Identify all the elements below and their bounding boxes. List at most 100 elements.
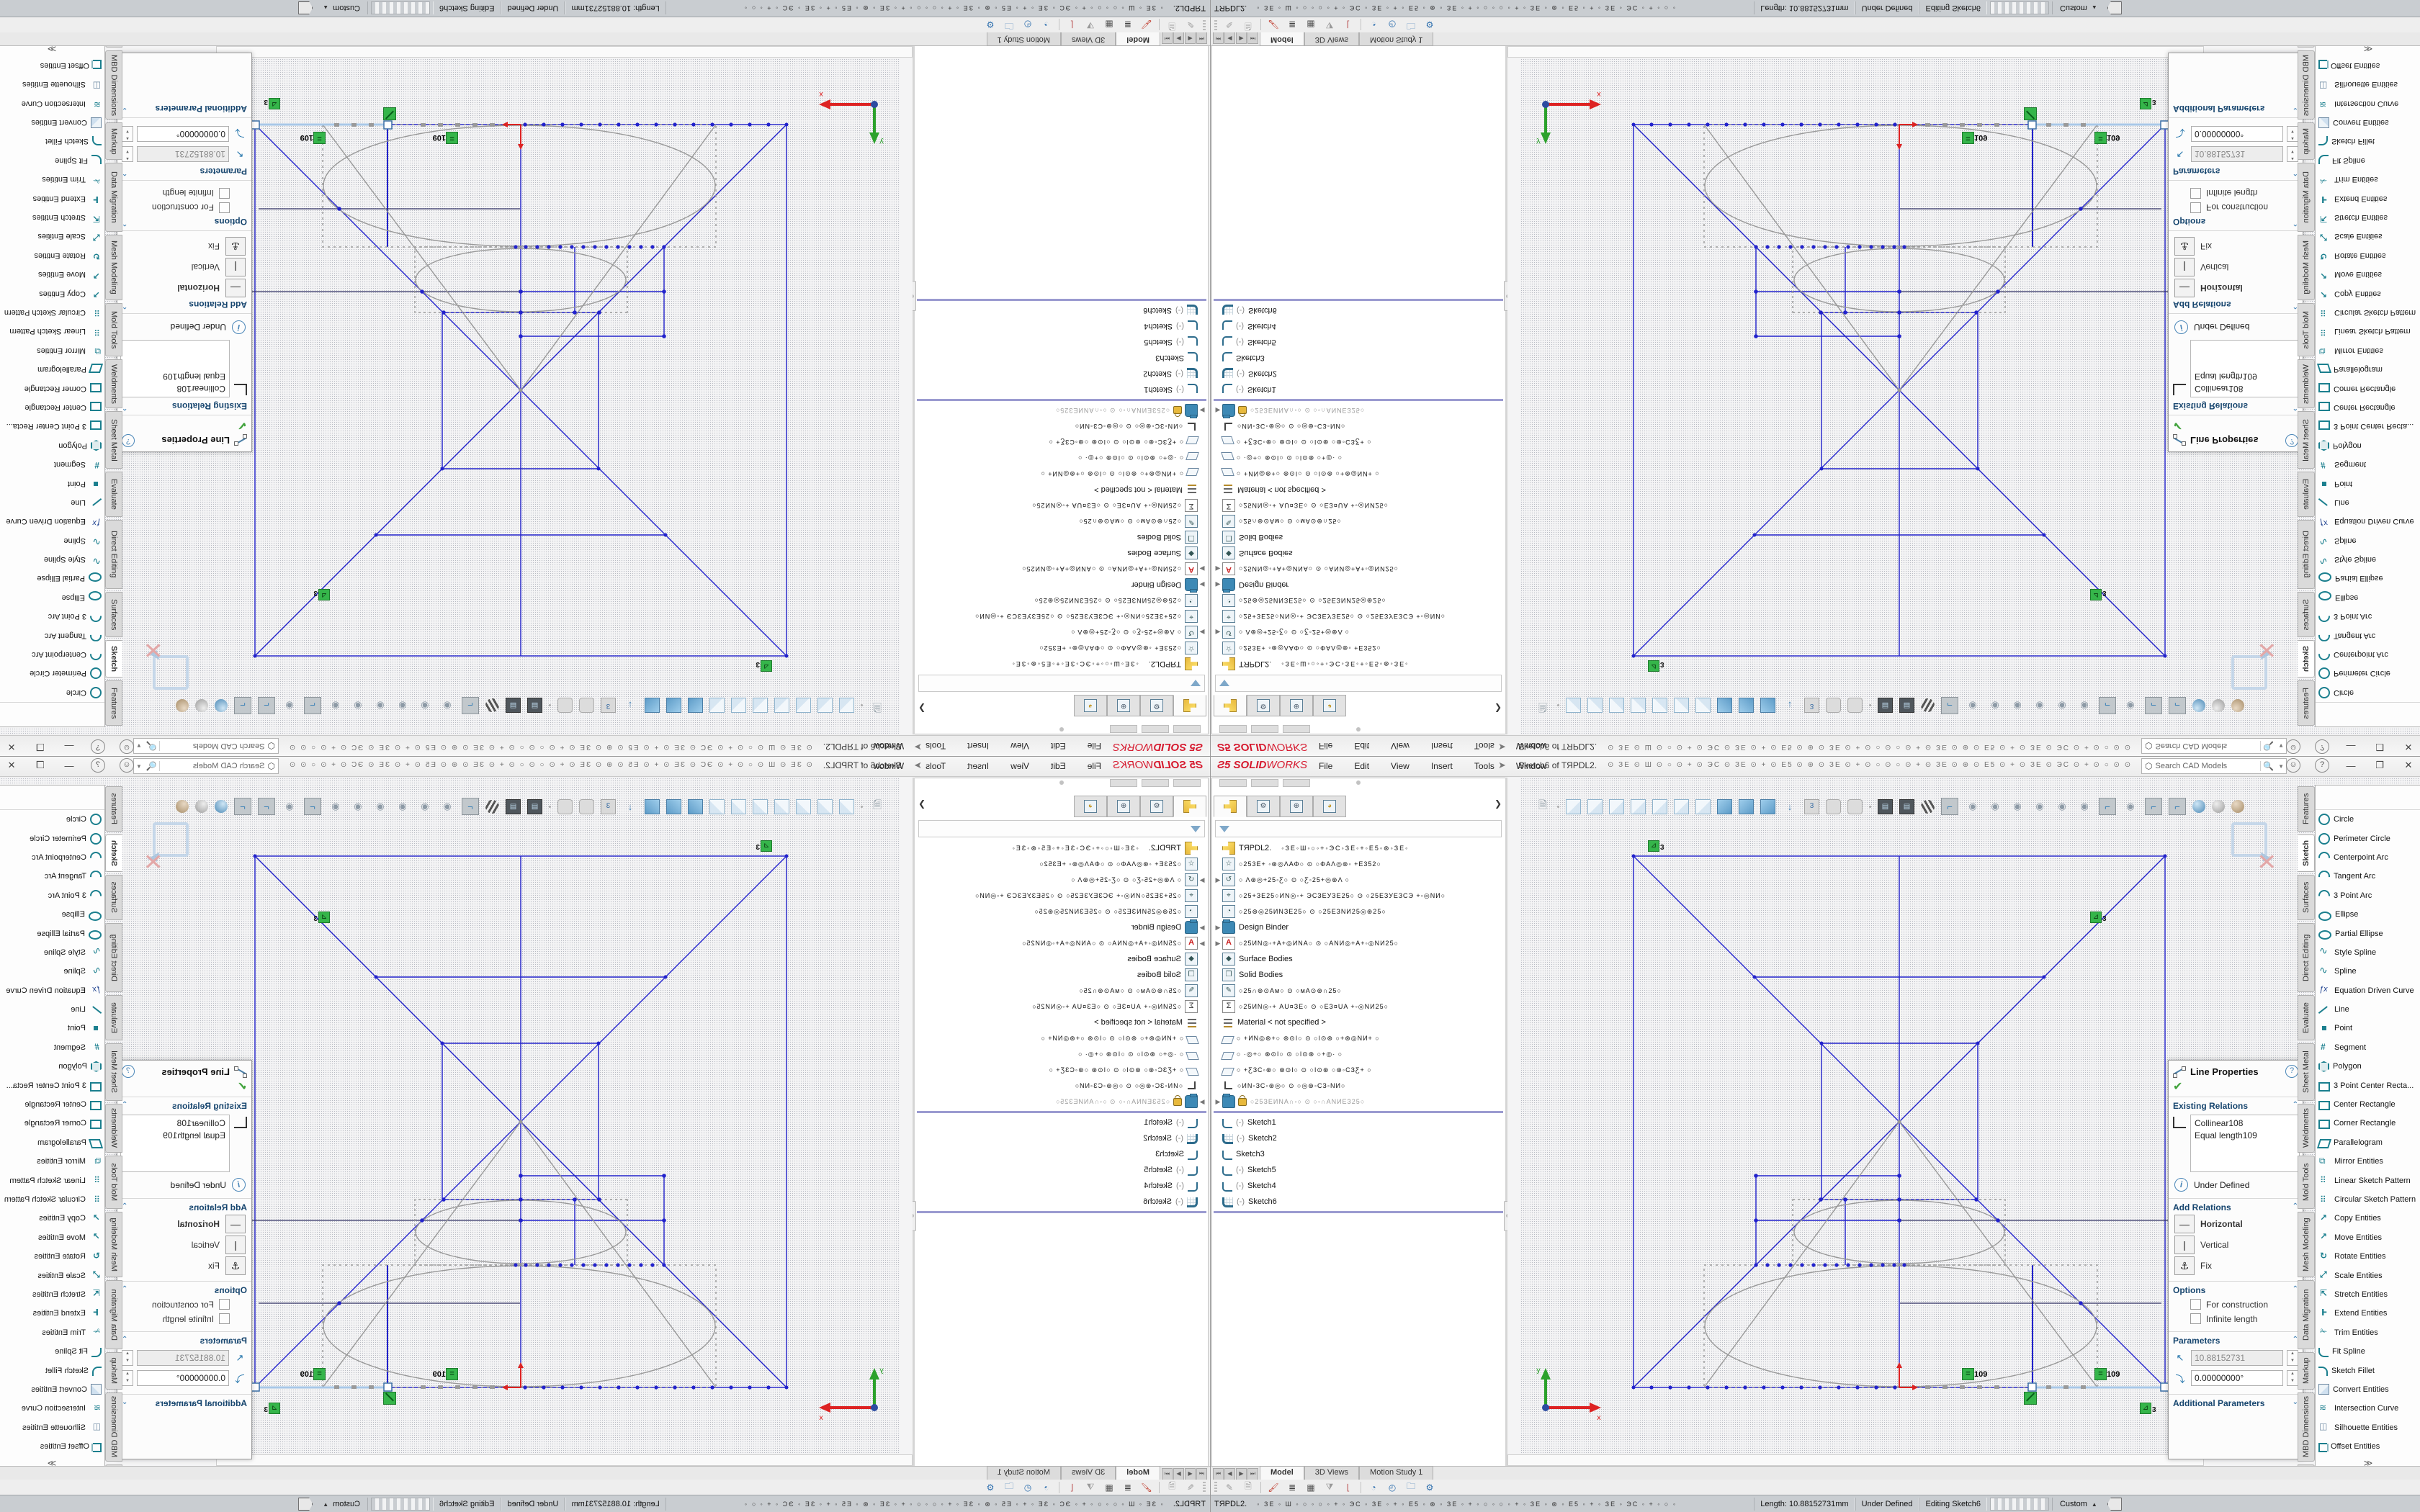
menu-edit[interactable]: Edit bbox=[1351, 760, 1372, 773]
angle-spinner[interactable]: ▲▼ bbox=[122, 1370, 133, 1386]
tool-linear-sketch-pattern[interactable]: Linear Sketch Pattern bbox=[2316, 322, 2420, 341]
tree-item[interactable]: ▶○25ЗЕИNΑ∩◦○ ⊙ ○◦∩ΑNИЕЗ25○ bbox=[1214, 1094, 1503, 1110]
tool-corner-rectangle[interactable]: Corner Rectangle bbox=[2316, 1114, 2420, 1133]
tree-item[interactable]: ⌖○25+ЗЕ25○ИN◎◦+ ЭСЗЕУЗЕ25○ ⊙ ○25ЕЗУЕЗСЭ … bbox=[917, 888, 1206, 904]
tool-3-point-center-recta-[interactable]: 3 Point Center Recta... bbox=[0, 1076, 104, 1094]
bottom-toolbar-icon[interactable]: ⧩ bbox=[1084, 1481, 1097, 1494]
bottom-toolbar-icon[interactable]: ⧩ bbox=[1323, 1481, 1336, 1494]
tool-trim-entities[interactable]: Trim Entities bbox=[2316, 1323, 2420, 1342]
tool-stretch-entities[interactable]: Stretch Entities bbox=[0, 208, 104, 227]
tool-extend-entities[interactable]: Extend Entities bbox=[2316, 189, 2420, 207]
tool-parallelogram[interactable]: Parallelogram bbox=[2316, 1133, 2420, 1152]
tree-item[interactable]: ☆○253Е+ ◦⊛◎ΛΑΦ○ ⊙ ○ΦΑΛ◎⊛◦ +Е352○ bbox=[917, 640, 1206, 656]
bottom-toolbar-icon[interactable]: 🗎 bbox=[1242, 19, 1255, 32]
tree-item-sketch2[interactable]: (-)Sketch2 bbox=[917, 1130, 1206, 1146]
cmd-tab-evaluate[interactable]: Evaluate bbox=[2298, 472, 2315, 517]
quick-access-toolbar[interactable]: ⊙ ЗЕ ⊙ Ш ⊙ ○ ⊙ + ⊙ ЭС ⊙ ЗЕ ⊙ + ⊙ Е5 ⊙ ⊛ … bbox=[287, 761, 812, 769]
pin-icon[interactable]: ➤ bbox=[1498, 741, 1506, 752]
length-spinner[interactable]: ▲▼ bbox=[2287, 1350, 2298, 1366]
tool-rotate-entities[interactable]: Rotate Entities bbox=[0, 246, 104, 265]
tree-item[interactable]: ○ ·◎+○ ⊛⊙ǀ○ ⊙ ○ǀ⊙⊛ ○+◎· ○ bbox=[917, 1046, 1206, 1062]
tool-move-entities[interactable]: Move Entities bbox=[0, 265, 104, 284]
menu-edit[interactable]: Edit bbox=[1048, 739, 1069, 752]
relation-badge[interactable]: ⊿3 bbox=[756, 660, 772, 672]
tool-circular-sketch-pattern[interactable]: Circular Sketch Pattern bbox=[2316, 1190, 2420, 1209]
tree-filter[interactable] bbox=[918, 675, 1205, 692]
tool-ellipse[interactable]: Ellipse bbox=[0, 905, 104, 924]
cmd-tab-features[interactable]: Features bbox=[105, 786, 122, 832]
tool-offset-entities[interactable]: Offset Entities bbox=[0, 1437, 104, 1456]
tree-item-sketch3[interactable]: Sketch3 bbox=[917, 1146, 1206, 1162]
cmd-tab-mbd-dimensions[interactable]: MBD Dimensions bbox=[2298, 50, 2315, 120]
equal-length-badge[interactable]: =109 bbox=[433, 132, 458, 144]
tree-item[interactable]: ◔○25⊛◎25ИNЗЕ25○ ⊙ ○25ЕЗNИ25◎⊛25○ bbox=[1214, 904, 1503, 919]
equal-length-badge[interactable]: =109 bbox=[2094, 132, 2120, 144]
tree-item[interactable]: Σ○25ИN◎◦+ ΑU¤ЗЕ○ ⊙ ○ЕЗ¤UΑ +◦◎NИ25○ bbox=[1214, 498, 1503, 513]
tree-item[interactable]: Material < not specified > bbox=[1214, 1014, 1503, 1030]
relations-list[interactable]: Collinear108Equal length109 bbox=[120, 340, 230, 397]
tree-item[interactable]: ▶Design Binder bbox=[1214, 919, 1503, 935]
confirmation-corner-cancel-icon[interactable]: ✕ bbox=[2257, 850, 2277, 876]
tree-item[interactable]: ▶A○25ИN◎◦+Α+◎ИNΑ○ ⊙ ○ΑNИ◎+Α+◦◎NИ25○ bbox=[1214, 561, 1503, 577]
bottom-toolbar-icon[interactable]: 🗎 bbox=[1165, 1481, 1178, 1494]
bottom-toolbar-icon[interactable]: ◔ bbox=[1367, 1481, 1380, 1494]
panel-tab-property-manager[interactable]: ⚙ bbox=[1247, 695, 1280, 716]
panel-tab-feature-manager[interactable] bbox=[1173, 796, 1206, 817]
tool-style-spline[interactable]: Style Spline bbox=[0, 943, 104, 962]
tool-corner-rectangle[interactable]: Corner Rectangle bbox=[2316, 379, 2420, 397]
panel-tab-configuration-manager[interactable]: ⊕ bbox=[1280, 796, 1313, 817]
tool-line[interactable]: Line bbox=[2316, 1000, 2420, 1019]
horizontal-scrollbar[interactable] bbox=[216, 1454, 913, 1466]
checkbox-infinite-length[interactable]: Infinite length bbox=[122, 1313, 230, 1324]
tags-icon[interactable] bbox=[298, 1498, 313, 1511]
bottom-toolbar-icon[interactable]: ⌊ bbox=[1342, 19, 1355, 32]
checkbox-for-construction[interactable]: For construction bbox=[2190, 1299, 2298, 1310]
tree-item[interactable]: ▶○25ЗЕИNΑ∩◦○ ⊙ ○◦∩ΑNИЕЗ25○ bbox=[917, 1094, 1206, 1110]
model-tab-motion-study-1[interactable]: Motion Study 1 bbox=[1359, 1466, 1433, 1480]
tool-rotate-entities[interactable]: Rotate Entities bbox=[2316, 1247, 2420, 1266]
relation-badge[interactable]: ⊿3 bbox=[1648, 660, 1664, 672]
cmd-tab-weldments[interactable]: Weldments bbox=[2298, 1104, 2315, 1153]
tree-item[interactable]: Material < not specified > bbox=[917, 1014, 1206, 1030]
tool-spline[interactable]: Spline bbox=[0, 962, 104, 981]
status-units-selector[interactable]: Custom▲ bbox=[315, 1, 368, 14]
tool-trim-entities[interactable]: Trim Entities bbox=[0, 1323, 104, 1342]
search-box[interactable]: ⬡ Search CAD Models 🔍 ▼ bbox=[2141, 758, 2287, 774]
tab-nav-buttons[interactable]: ⏮◀▶⏭ bbox=[1162, 32, 1207, 44]
tool-convert-entities[interactable]: Convert Entities bbox=[2316, 1380, 2420, 1399]
model-tab-3d-views[interactable]: 3D Views bbox=[1304, 1466, 1359, 1480]
cmd-tab-mold-tools[interactable]: Mold Tools bbox=[2298, 303, 2315, 356]
cmd-tab-sheet-metal[interactable]: Sheet Metal bbox=[105, 1043, 122, 1101]
panel-handle-dot[interactable] bbox=[1356, 780, 1361, 785]
tab-nav[interactable]: ⏮ bbox=[1196, 1468, 1207, 1480]
close-button[interactable]: ✕ bbox=[2401, 760, 2416, 771]
bottom-toolbar-icon[interactable]: ◴ bbox=[1021, 19, 1034, 32]
panel-help-icon[interactable]: ? bbox=[2285, 434, 2298, 447]
horizontal-scrollbar[interactable] bbox=[216, 46, 913, 58]
panel-tab-feature-manager[interactable] bbox=[1173, 695, 1206, 716]
tree-item[interactable]: ⌖○25+ЗЕ25○ИN◎◦+ ЭСЗЕУЗЕ25○ ⊙ ○25ЕЗУЕЗСЭ … bbox=[1214, 608, 1503, 624]
cmd-tab-sketch[interactable]: Sketch bbox=[105, 834, 122, 872]
panel-tab-configuration-manager[interactable]: ⊕ bbox=[1107, 796, 1140, 817]
equal-length-badge[interactable]: =109 bbox=[300, 132, 326, 144]
close-button[interactable]: ✕ bbox=[4, 760, 19, 771]
checkbox-infinite-length[interactable]: Infinite length bbox=[2190, 1313, 2298, 1324]
tool-offset-entities[interactable]: Offset Entities bbox=[2316, 56, 2420, 75]
panel-help-icon[interactable]: ? bbox=[122, 1065, 135, 1078]
panel-splitter[interactable] bbox=[913, 46, 915, 734]
cmd-tab-mesh-modeling[interactable]: Mesh Modeling bbox=[105, 235, 122, 300]
cmd-tab-evaluate[interactable]: Evaluate bbox=[2298, 995, 2315, 1040]
tool-segment[interactable]: Segment bbox=[2316, 1038, 2420, 1057]
tool-point[interactable]: Point bbox=[2316, 474, 2420, 492]
menu-edit[interactable]: Edit bbox=[1351, 739, 1372, 752]
tree-item[interactable]: Σ○25ИN◎◦+ ΑU¤ЗЕ○ ⊙ ○ЕЗ¤UΑ +◦◎NИ25○ bbox=[1214, 999, 1503, 1014]
tool-equation-driven-curve[interactable]: Equation Driven Curve bbox=[2316, 512, 2420, 531]
tool-partial-ellipse[interactable]: Partial Ellipse bbox=[0, 569, 104, 588]
tree-item[interactable]: ❒Solid Bodies bbox=[1214, 967, 1503, 983]
pin-icon[interactable]: ➤ bbox=[914, 741, 922, 752]
tree-item-sketch3[interactable]: Sketch3 bbox=[917, 350, 1206, 366]
bottom-toolbar-icon[interactable]: ≣ bbox=[1121, 19, 1134, 32]
tree-item[interactable]: Material < not specified > bbox=[1214, 482, 1503, 498]
tool-spline[interactable]: Spline bbox=[2316, 962, 2420, 981]
tool-ellipse[interactable]: Ellipse bbox=[2316, 905, 2420, 924]
